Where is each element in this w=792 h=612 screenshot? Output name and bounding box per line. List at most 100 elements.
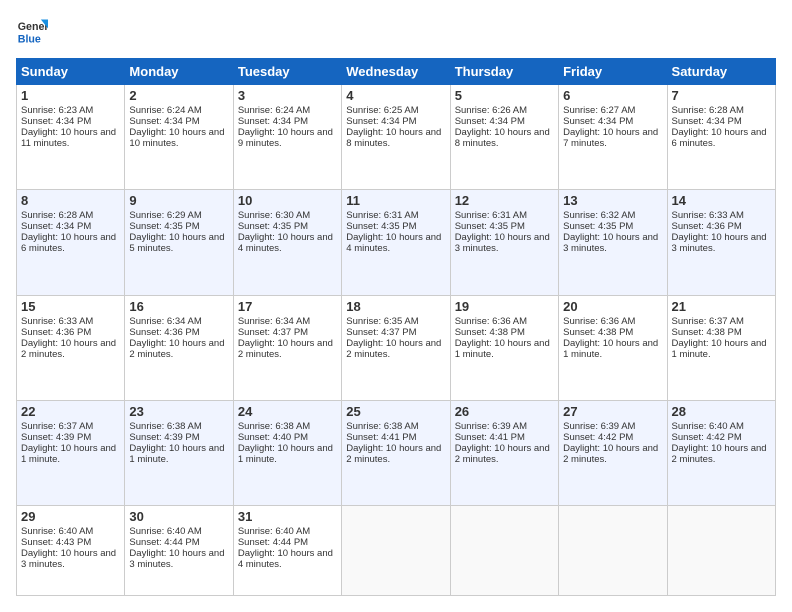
day-number: 30	[129, 509, 228, 524]
sunset: Sunset: 4:34 PM	[21, 116, 91, 127]
sunrise: Sunrise: 6:40 AM	[672, 421, 744, 432]
day-number: 18	[346, 299, 445, 314]
daylight-label: Daylight: 10 hours and 4 minutes.	[346, 232, 441, 254]
day-number: 5	[455, 88, 554, 103]
daylight-label: Daylight: 10 hours and 3 minutes.	[21, 548, 116, 570]
calendar-cell: 22Sunrise: 6:37 AMSunset: 4:39 PMDayligh…	[17, 400, 125, 505]
day-number: 22	[21, 404, 120, 419]
sunset: Sunset: 4:34 PM	[21, 221, 91, 232]
day-of-week-header: Saturday	[667, 59, 775, 85]
daylight-label: Daylight: 10 hours and 1 minute.	[21, 443, 116, 465]
sunrise: Sunrise: 6:24 AM	[238, 105, 310, 116]
sunset: Sunset: 4:35 PM	[129, 221, 199, 232]
day-number: 9	[129, 193, 228, 208]
sunset: Sunset: 4:36 PM	[129, 327, 199, 338]
sunset: Sunset: 4:44 PM	[129, 537, 199, 548]
calendar-cell: 12Sunrise: 6:31 AMSunset: 4:35 PMDayligh…	[450, 190, 558, 295]
day-number: 20	[563, 299, 662, 314]
day-number: 11	[346, 193, 445, 208]
day-number: 8	[21, 193, 120, 208]
sunset: Sunset: 4:42 PM	[563, 432, 633, 443]
calendar-cell: 16Sunrise: 6:34 AMSunset: 4:36 PMDayligh…	[125, 295, 233, 400]
sunset: Sunset: 4:42 PM	[672, 432, 742, 443]
svg-text:Blue: Blue	[18, 34, 41, 46]
sunrise: Sunrise: 6:31 AM	[455, 210, 527, 221]
day-number: 29	[21, 509, 120, 524]
sunrise: Sunrise: 6:36 AM	[563, 316, 635, 327]
daylight-label: Daylight: 10 hours and 1 minute.	[238, 443, 333, 465]
day-of-week-header: Monday	[125, 59, 233, 85]
calendar-cell: 6Sunrise: 6:27 AMSunset: 4:34 PMDaylight…	[559, 85, 667, 190]
sunset: Sunset: 4:34 PM	[563, 116, 633, 127]
day-number: 14	[672, 193, 771, 208]
sunrise: Sunrise: 6:28 AM	[21, 210, 93, 221]
calendar-cell: 19Sunrise: 6:36 AMSunset: 4:38 PMDayligh…	[450, 295, 558, 400]
sunset: Sunset: 4:40 PM	[238, 432, 308, 443]
daylight-label: Daylight: 10 hours and 3 minutes.	[129, 548, 224, 570]
sunset: Sunset: 4:36 PM	[21, 327, 91, 338]
sunrise: Sunrise: 6:28 AM	[672, 105, 744, 116]
sunrise: Sunrise: 6:35 AM	[346, 316, 418, 327]
sunset: Sunset: 4:34 PM	[455, 116, 525, 127]
daylight-label: Daylight: 10 hours and 2 minutes.	[346, 338, 441, 360]
calendar-cell: 31Sunrise: 6:40 AMSunset: 4:44 PMDayligh…	[233, 506, 341, 596]
logo-icon: General Blue	[16, 16, 48, 48]
sunset: Sunset: 4:39 PM	[129, 432, 199, 443]
daylight-label: Daylight: 10 hours and 10 minutes.	[129, 127, 224, 149]
day-number: 23	[129, 404, 228, 419]
svg-text:General: General	[18, 21, 48, 33]
day-number: 12	[455, 193, 554, 208]
day-number: 13	[563, 193, 662, 208]
calendar-cell: 25Sunrise: 6:38 AMSunset: 4:41 PMDayligh…	[342, 400, 450, 505]
day-number: 28	[672, 404, 771, 419]
sunrise: Sunrise: 6:37 AM	[21, 421, 93, 432]
day-number: 15	[21, 299, 120, 314]
calendar-cell: 21Sunrise: 6:37 AMSunset: 4:38 PMDayligh…	[667, 295, 775, 400]
calendar-cell: 7Sunrise: 6:28 AMSunset: 4:34 PMDaylight…	[667, 85, 775, 190]
sunset: Sunset: 4:37 PM	[238, 327, 308, 338]
sunset: Sunset: 4:44 PM	[238, 537, 308, 548]
calendar-cell: 10Sunrise: 6:30 AMSunset: 4:35 PMDayligh…	[233, 190, 341, 295]
day-number: 31	[238, 509, 337, 524]
day-number: 7	[672, 88, 771, 103]
sunset: Sunset: 4:35 PM	[455, 221, 525, 232]
sunrise: Sunrise: 6:23 AM	[21, 105, 93, 116]
calendar-cell: 4Sunrise: 6:25 AMSunset: 4:34 PMDaylight…	[342, 85, 450, 190]
day-number: 27	[563, 404, 662, 419]
day-number: 17	[238, 299, 337, 314]
calendar-cell: 15Sunrise: 6:33 AMSunset: 4:36 PMDayligh…	[17, 295, 125, 400]
sunset: Sunset: 4:35 PM	[563, 221, 633, 232]
sunset: Sunset: 4:38 PM	[455, 327, 525, 338]
sunrise: Sunrise: 6:34 AM	[129, 316, 201, 327]
day-number: 2	[129, 88, 228, 103]
daylight-label: Daylight: 10 hours and 2 minutes.	[672, 443, 767, 465]
sunrise: Sunrise: 6:39 AM	[563, 421, 635, 432]
day-of-week-header: Sunday	[17, 59, 125, 85]
day-number: 21	[672, 299, 771, 314]
calendar: SundayMondayTuesdayWednesdayThursdayFrid…	[16, 58, 776, 596]
calendar-cell: 23Sunrise: 6:38 AMSunset: 4:39 PMDayligh…	[125, 400, 233, 505]
sunrise: Sunrise: 6:34 AM	[238, 316, 310, 327]
calendar-cell: 1Sunrise: 6:23 AMSunset: 4:34 PMDaylight…	[17, 85, 125, 190]
sunset: Sunset: 4:35 PM	[346, 221, 416, 232]
daylight-label: Daylight: 10 hours and 2 minutes.	[238, 338, 333, 360]
daylight-label: Daylight: 10 hours and 4 minutes.	[238, 548, 333, 570]
daylight-label: Daylight: 10 hours and 3 minutes.	[563, 232, 658, 254]
day-number: 24	[238, 404, 337, 419]
sunset: Sunset: 4:41 PM	[346, 432, 416, 443]
day-number: 25	[346, 404, 445, 419]
sunset: Sunset: 4:38 PM	[563, 327, 633, 338]
logo: General Blue	[16, 16, 48, 48]
daylight-label: Daylight: 10 hours and 11 minutes.	[21, 127, 116, 149]
sunset: Sunset: 4:43 PM	[21, 537, 91, 548]
sunrise: Sunrise: 6:29 AM	[129, 210, 201, 221]
calendar-cell: 5Sunrise: 6:26 AMSunset: 4:34 PMDaylight…	[450, 85, 558, 190]
sunrise: Sunrise: 6:38 AM	[238, 421, 310, 432]
day-of-week-header: Wednesday	[342, 59, 450, 85]
daylight-label: Daylight: 10 hours and 2 minutes.	[563, 443, 658, 465]
daylight-label: Daylight: 10 hours and 2 minutes.	[455, 443, 550, 465]
day-number: 3	[238, 88, 337, 103]
daylight-label: Daylight: 10 hours and 1 minute.	[563, 338, 658, 360]
daylight-label: Daylight: 10 hours and 9 minutes.	[238, 127, 333, 149]
calendar-cell: 2Sunrise: 6:24 AMSunset: 4:34 PMDaylight…	[125, 85, 233, 190]
